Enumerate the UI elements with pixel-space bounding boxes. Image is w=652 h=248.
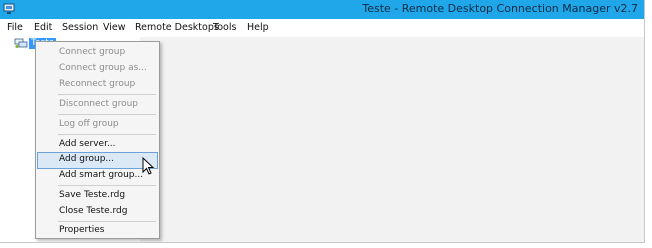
- menu-item-add-smart-group[interactable]: Add smart group...: [37, 168, 158, 184]
- title-bar[interactable]: Teste - Remote Desktop Connection Manage…: [0, 0, 644, 19]
- context-menu: Connect group Connect group as... Reconn…: [35, 41, 160, 239]
- server-group-icon: [14, 38, 28, 49]
- menu-file[interactable]: File: [7, 22, 23, 33]
- menu-item-label: Disconnect group: [59, 99, 138, 109]
- menu-item-label: Reconnect group: [59, 79, 136, 89]
- menu-item-label: Properties: [59, 225, 105, 235]
- menu-item-add-group[interactable]: Add group...: [37, 152, 158, 169]
- menu-separator: [58, 94, 156, 95]
- window-title: Teste - Remote Desktop Connection Manage…: [362, 2, 638, 15]
- menu-item-connect-group[interactable]: Connect group: [37, 45, 158, 61]
- menu-session[interactable]: Session: [62, 22, 98, 33]
- menu-separator: [58, 134, 156, 135]
- menu-item-label: Add group...: [59, 154, 115, 164]
- menu-item-label: Connect group as...: [59, 63, 147, 73]
- menu-separator: [58, 114, 156, 115]
- menu-item-save[interactable]: Save Teste.rdg: [37, 188, 158, 204]
- menu-item-properties[interactable]: Properties: [37, 223, 158, 239]
- menu-view[interactable]: View: [103, 22, 126, 33]
- app-icon[interactable]: [3, 3, 15, 15]
- menu-item-log-off-group[interactable]: Log off group: [37, 117, 158, 133]
- menu-item-label: Close Teste.rdg: [59, 206, 128, 216]
- menu-remote-desktops[interactable]: Remote Desktops: [135, 22, 219, 33]
- menu-item-label: Log off group: [59, 119, 119, 129]
- menu-help[interactable]: Help: [247, 22, 269, 33]
- menu-item-add-server[interactable]: Add server...: [37, 137, 158, 153]
- menu-edit[interactable]: Edit: [34, 22, 52, 33]
- menu-item-disconnect-group[interactable]: Disconnect group: [37, 97, 158, 113]
- menu-item-connect-group-as[interactable]: Connect group as...: [37, 61, 158, 77]
- menu-tools[interactable]: Tools: [213, 22, 236, 33]
- menu-item-close[interactable]: Close Teste.rdg: [37, 204, 158, 220]
- app-window: Teste - Remote Desktop Connection Manage…: [0, 0, 645, 243]
- menu-item-label: Connect group: [59, 47, 126, 57]
- menu-item-label: Add server...: [59, 139, 116, 149]
- client-area[interactable]: [140, 37, 644, 242]
- menu-item-label: Add smart group...: [59, 170, 144, 180]
- mouse-cursor-icon: [142, 157, 154, 175]
- menu-item-label: Save Teste.rdg: [59, 190, 126, 200]
- menu-item-reconnect-group[interactable]: Reconnect group: [37, 77, 158, 93]
- menu-separator: [58, 185, 156, 186]
- menu-separator: [58, 221, 156, 222]
- menu-bar: File Edit Session View Remote Desktops T…: [0, 19, 644, 37]
